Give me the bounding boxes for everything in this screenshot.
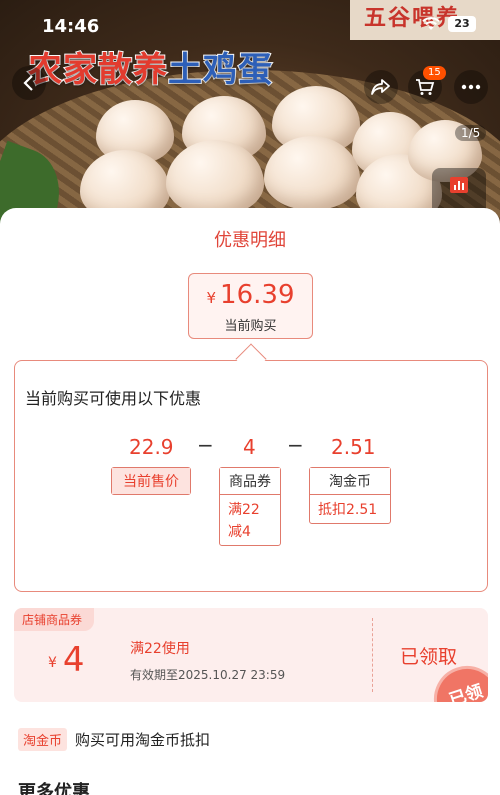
wifi-icon [422,17,440,30]
more-dots-icon [461,84,481,90]
chevron-left-icon [23,75,33,91]
minus-sign: − [197,433,214,457]
coin-detail-line: 抵扣2.51 [318,502,378,518]
sale-price-tag: 当前售价 [111,467,191,495]
price-label: 当前购买 [224,319,277,334]
shop-coupon-card[interactable]: 店铺商品券 ¥4 满22使用 有效期至2025.10.27 23:59 已领取 … [14,608,488,702]
title-red: 农家散养 [27,49,168,91]
more-button[interactable] [454,70,488,104]
cart-icon [416,79,435,95]
coin-value: 2.51 [331,435,376,459]
cart-count-badge: 15 [423,66,446,80]
current-price: ¥16.39 [189,280,312,313]
coupon-validity: 有效期至2025.10.27 23:59 [130,668,286,682]
coin-text: 购买可用淘金币抵扣 [75,731,211,749]
sale-price-value: 22.9 [129,435,174,459]
coupon-condition: 满22使用 [130,641,190,657]
coin-badge: 淘金币 [18,728,68,751]
bar-chart-icon [450,177,468,193]
status-icons: 23 [422,16,476,32]
back-button[interactable] [12,66,46,100]
status-time: 14:46 [42,16,100,37]
coin-label: 淘金币 [310,468,390,494]
coupon-amount-value: 4 [62,640,85,680]
coin-detail: 抵扣2.51 [310,494,390,523]
product-title-overlay: 农家散养土鸡蛋 [27,42,273,91]
coupon-claimed-button[interactable]: 已领取 [400,642,457,669]
title-blue: 土鸡蛋 [167,49,273,91]
price-amount: 16.39 [220,280,295,310]
coupon-detail-line: 满22 [228,502,260,518]
share-icon [371,79,390,95]
more-offers-title: 更多优惠 [18,782,90,795]
share-button[interactable] [364,70,398,104]
coupon-type-tag: 店铺商品券 [14,608,95,631]
battery-icon: 23 [448,16,476,32]
coin-tag: 淘金币 抵扣2.51 [309,467,391,524]
coupon-amount: ¥4 [48,640,85,683]
discount-calc-box: 当前购买可使用以下优惠 22.9 − 4 − 2.51 当前售价 商品券 满22… [14,360,488,592]
coupon-value: 4 [243,435,256,459]
coupon-tag: 商品券 满22 减4 [219,467,281,546]
discount-detail-sheet: 优惠明细 ¥16.39 当前购买 当前购买可使用以下优惠 22.9 − 4 − … [0,208,500,795]
calc-heading: 当前购买可使用以下优惠 [25,389,202,408]
currency-symbol: ¥ [48,655,57,671]
sale-price-label: 当前售价 [112,468,190,494]
coupon-label: 商品券 [220,468,280,494]
sheet-title: 优惠明细 [214,230,286,251]
coupon-detail: 满22 减4 [220,494,280,545]
image-counter: 1/5 [455,125,487,141]
coupon-detail-line: 减4 [228,524,251,540]
currency-symbol: ¥ [206,289,217,307]
coin-row: 淘金币 购买可用淘金币抵扣 [18,728,210,751]
coupon-divider [372,618,373,692]
current-price-box: ¥16.39 当前购买 [188,273,313,339]
minus-sign: − [287,433,304,457]
